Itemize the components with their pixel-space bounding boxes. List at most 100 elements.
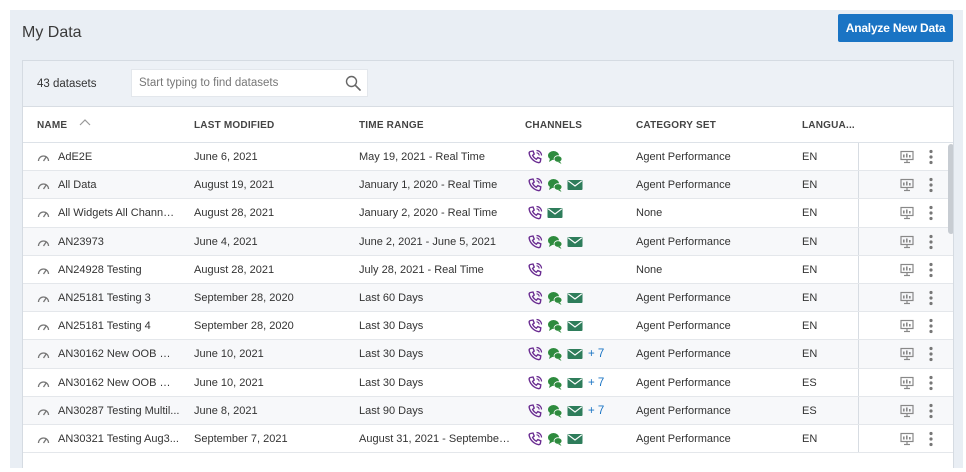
more-channels-count[interactable]: + 7 [588,377,604,389]
category-set: Agent Performance [636,179,731,192]
more-channels-count[interactable]: + 7 [588,405,604,417]
search-box[interactable] [131,69,368,97]
more-options-icon[interactable] [928,290,934,306]
more-channels-count[interactable]: + 7 [588,348,604,360]
more-options-icon[interactable] [928,346,934,362]
column-divider [858,396,859,424]
column-header-channels[interactable]: CHANNELS [525,120,582,131]
search-input[interactable] [132,70,332,96]
dashboard-view-icon[interactable] [900,404,914,418]
dashboard-view-icon[interactable] [900,206,914,220]
dataset-name[interactable]: AN25181 Testing 4 [58,320,180,332]
more-options-icon[interactable] [928,431,934,447]
language: EN [802,207,818,220]
more-options-icon[interactable] [928,262,934,278]
page-title: My Data [22,24,82,41]
email-channel-icon [567,349,583,360]
more-options-icon[interactable] [928,205,934,221]
dataset-name[interactable]: AN30162 New OOB Wo... [58,377,180,389]
voice-channel-icon [528,178,543,192]
table-row[interactable]: All Widgets All Channel... August 28, 202… [23,199,953,228]
more-options-icon[interactable] [928,234,934,250]
last-modified: September 7, 2021 [194,432,288,445]
time-range: August 31, 2021 - September ... [359,432,511,445]
language: EN [802,432,818,445]
column-header-category-set[interactable]: CATEGORY SET [636,120,716,131]
column-header-last-modified[interactable]: LAST MODIFIED [194,120,274,131]
language: EN [802,348,818,361]
column-divider [858,255,859,283]
last-modified: September 28, 2020 [194,291,294,304]
email-channel-icon [567,321,583,332]
dataset-name[interactable]: AN30162 New OOB Wo... [58,348,180,360]
dataset-name[interactable]: AN30287 Testing Multil... [58,405,180,417]
table-row[interactable]: AN23973 June 4, 2021 June 2, 2021 - June 5… [23,227,953,256]
voice-channel-icon [528,375,543,389]
table-row[interactable]: AN30162 New OOB Wo... June 10, 2021 Last 3… [23,340,953,369]
time-range: Last 90 Days [359,404,424,417]
speedometer-icon [37,239,50,246]
more-options-icon[interactable] [928,177,934,193]
table-row[interactable]: AN25181 Testing 3 September 28, 2020 Last … [23,283,953,313]
more-options-icon[interactable] [928,403,934,419]
dashboard-view-icon[interactable] [900,150,914,164]
dashboard-view-icon[interactable] [900,291,914,305]
dataset-name[interactable]: AN24928 Testing [58,264,180,276]
dashboard-view-icon[interactable] [900,178,914,192]
dashboard-view-icon[interactable] [900,235,914,249]
dataset-name[interactable]: AN25181 Testing 3 [58,292,180,304]
last-modified: August 28, 2021 [194,263,275,276]
email-channel-icon [567,292,583,303]
chat-channel-icon [548,151,563,164]
category-set: None [636,263,663,276]
column-divider [858,368,859,396]
category-set: Agent Performance [636,376,731,389]
column-header-time-range[interactable]: TIME RANGE [359,120,424,131]
more-options-icon[interactable] [928,375,934,391]
sort-ascending-icon[interactable] [79,118,91,126]
table-row[interactable]: AdE2E June 6, 2021 May 19, 2021 - Real Tim… [23,143,953,172]
dataset-name[interactable]: All Widgets All Channel... [58,207,180,219]
table-row[interactable]: AN30321 Testing Aug3... September 7, 2021… [23,424,953,454]
voice-channel-icon [528,149,543,164]
dataset-name[interactable]: AN23973 [58,236,180,248]
table-row[interactable]: All Data August 19, 2021 January 1, 2020 -… [23,171,953,200]
dashboard-view-icon[interactable] [900,376,914,390]
voice-channel-icon [528,347,543,361]
voice-channel-icon [528,262,543,277]
column-divider [858,227,859,255]
more-options-icon[interactable] [928,149,934,165]
vertical-scrollbar[interactable] [948,144,953,234]
dashboard-view-icon[interactable] [900,319,914,333]
column-header-name[interactable]: NAME [37,120,67,131]
table-row[interactable]: AN25181 Testing 4 September 28, 2020 Last … [23,312,953,341]
chat-channel-icon [548,432,563,446]
dashboard-view-icon[interactable] [900,347,914,361]
column-divider [858,340,859,368]
column-header-language[interactable]: LANGUA... [802,120,855,131]
dataset-name[interactable]: All Data [58,179,180,191]
voice-channel-icon [528,431,543,446]
category-set: Agent Performance [636,291,731,304]
last-modified: August 28, 2021 [194,207,275,220]
table-row[interactable]: AN30162 New OOB Wo... June 10, 2021 Last 3… [23,368,953,397]
table-row[interactable]: AN30287 Testing Multil... June 8, 2021 Las… [23,396,953,425]
dataset-name[interactable]: AN30321 Testing Aug3... [58,433,180,445]
category-set: None [636,207,663,220]
voice-channel-icon [528,403,543,418]
column-divider [858,424,859,453]
voice-channel-icon [528,206,543,220]
dataset-name[interactable]: AdE2E [58,151,180,163]
chat-channel-icon [548,291,563,305]
more-options-icon[interactable] [928,318,934,334]
last-modified: June 4, 2021 [194,235,258,248]
analyze-new-data-button[interactable]: Analyze New Data [838,14,953,42]
voice-channel-icon [528,234,543,248]
dashboard-view-icon[interactable] [900,432,914,446]
search-icon[interactable] [345,75,361,91]
channel-icons: + 7 [527,374,604,392]
time-range: July 28, 2021 - Real Time [359,263,484,276]
table-row[interactable]: AN24928 Testing August 28, 2021 July 28, 2… [23,255,953,284]
table-header: NAME LAST MODIFIED TIME RANGE CHANNELS C… [23,107,953,143]
dashboard-view-icon[interactable] [900,263,914,277]
